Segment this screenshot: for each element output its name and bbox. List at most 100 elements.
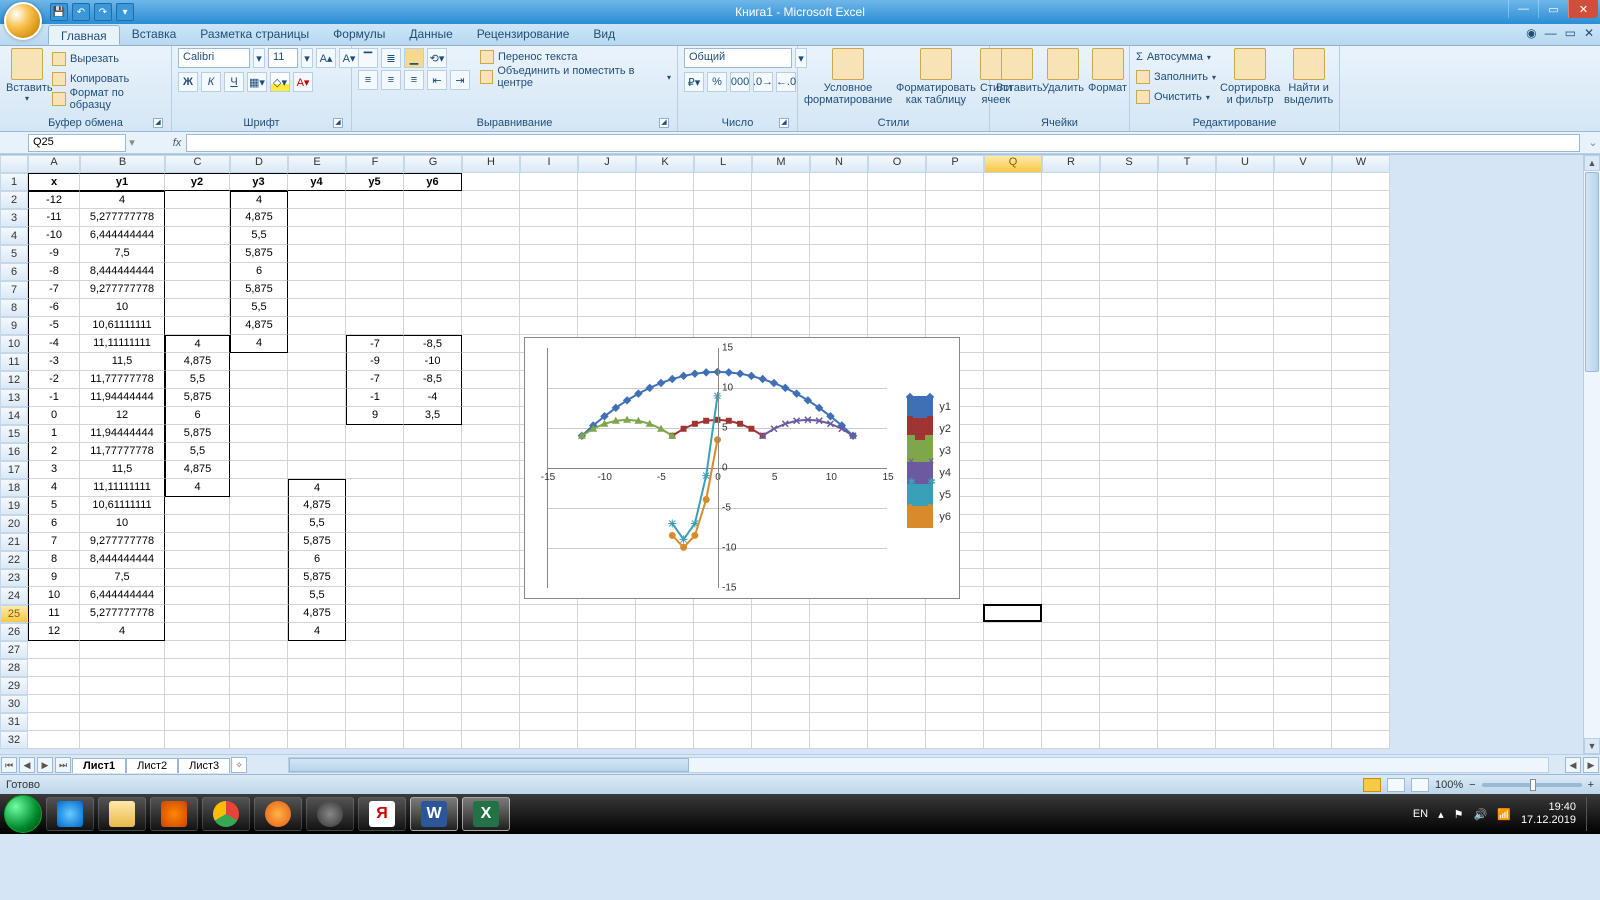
cell[interactable]: 9 <box>346 407 404 425</box>
tray-volume-icon[interactable]: 🔊 <box>1474 808 1488 821</box>
formula-expand-icon[interactable]: ⌄ <box>1586 136 1600 149</box>
cell[interactable] <box>1042 263 1100 281</box>
cell[interactable] <box>462 263 520 281</box>
number-format-combo[interactable]: Общий <box>684 48 792 68</box>
cell[interactable]: 4,875 <box>288 605 346 623</box>
start-button[interactable] <box>4 795 42 833</box>
cell[interactable] <box>346 497 404 515</box>
cell[interactable] <box>984 173 1042 191</box>
cell[interactable] <box>1332 173 1390 191</box>
cell[interactable] <box>1332 245 1390 263</box>
cell[interactable] <box>810 245 868 263</box>
cell[interactable] <box>694 227 752 245</box>
cell[interactable] <box>165 713 230 731</box>
cell[interactable] <box>868 209 926 227</box>
cell[interactable]: 10 <box>80 515 165 533</box>
cell[interactable] <box>288 677 346 695</box>
cell[interactable] <box>752 281 810 299</box>
cell[interactable] <box>346 677 404 695</box>
cell[interactable] <box>1216 173 1274 191</box>
align-dialog-launcher[interactable]: ◢ <box>659 118 669 128</box>
cell[interactable] <box>165 677 230 695</box>
cell[interactable] <box>926 695 984 713</box>
cell[interactable] <box>462 551 520 569</box>
cell[interactable] <box>404 641 462 659</box>
col-header[interactable]: Q <box>984 155 1042 173</box>
tray-show-hidden-icon[interactable]: ▴ <box>1438 808 1444 821</box>
cell[interactable] <box>404 317 462 335</box>
row-header[interactable]: 25 <box>0 605 28 623</box>
cell[interactable] <box>694 641 752 659</box>
cell[interactable] <box>1158 281 1216 299</box>
taskbar-excel[interactable]: X <box>462 797 510 831</box>
cell[interactable] <box>694 263 752 281</box>
cell[interactable] <box>165 605 230 623</box>
cell[interactable] <box>1216 551 1274 569</box>
cell[interactable] <box>1332 515 1390 533</box>
cell[interactable] <box>1100 173 1158 191</box>
cell[interactable] <box>288 335 346 353</box>
cell[interactable]: 4 <box>230 191 288 209</box>
paste-button[interactable]: Вставить▾ <box>6 48 48 103</box>
cell[interactable] <box>288 731 346 749</box>
copy-button[interactable]: Копировать <box>52 70 165 88</box>
cell[interactable] <box>1042 713 1100 731</box>
cell[interactable] <box>1332 209 1390 227</box>
cell[interactable] <box>288 299 346 317</box>
cell[interactable] <box>1100 587 1158 605</box>
cell[interactable] <box>28 659 80 677</box>
orientation-icon[interactable]: ⟲▾ <box>427 48 447 68</box>
cell[interactable] <box>1100 389 1158 407</box>
cell[interactable] <box>1216 569 1274 587</box>
col-header[interactable]: B <box>80 155 165 173</box>
cell[interactable] <box>636 227 694 245</box>
cell[interactable]: 8,444444444 <box>80 551 165 569</box>
cell[interactable] <box>926 623 984 641</box>
cell[interactable] <box>694 317 752 335</box>
cell[interactable] <box>462 407 520 425</box>
tab-data[interactable]: Данные <box>397 24 464 45</box>
cell[interactable] <box>868 605 926 623</box>
cell[interactable] <box>1274 623 1332 641</box>
cell[interactable]: 11,11111111 <box>80 335 165 353</box>
cell[interactable] <box>984 335 1042 353</box>
row-header[interactable]: 28 <box>0 659 28 677</box>
hscroll-right[interactable]: ▶ <box>1583 757 1599 773</box>
cell[interactable] <box>1042 605 1100 623</box>
cell[interactable]: 11,5 <box>80 461 165 479</box>
cell[interactable] <box>1042 443 1100 461</box>
cell[interactable] <box>1100 317 1158 335</box>
cell[interactable]: 4 <box>165 479 230 497</box>
taskbar-ie[interactable] <box>46 797 94 831</box>
view-page-layout-icon[interactable] <box>1387 778 1405 792</box>
col-header[interactable]: F <box>346 155 404 173</box>
cell[interactable]: -6 <box>28 299 80 317</box>
cell[interactable] <box>1158 263 1216 281</box>
cell[interactable] <box>984 425 1042 443</box>
cell[interactable] <box>984 389 1042 407</box>
cell[interactable] <box>1274 479 1332 497</box>
cell[interactable] <box>1274 659 1332 677</box>
cell[interactable] <box>404 479 462 497</box>
row-header[interactable]: 26 <box>0 623 28 641</box>
cell[interactable]: 3 <box>28 461 80 479</box>
row-header[interactable]: 31 <box>0 713 28 731</box>
cell[interactable] <box>165 659 230 677</box>
cell[interactable] <box>1158 587 1216 605</box>
cell[interactable] <box>346 227 404 245</box>
cell[interactable] <box>230 695 288 713</box>
cell[interactable] <box>1216 641 1274 659</box>
cell[interactable]: 5,875 <box>288 569 346 587</box>
cell[interactable] <box>578 209 636 227</box>
zoom-in-icon[interactable]: + <box>1588 779 1594 791</box>
cell[interactable]: 4,875 <box>230 209 288 227</box>
cell[interactable]: 7 <box>28 533 80 551</box>
cell[interactable] <box>1216 587 1274 605</box>
cell[interactable]: 2 <box>28 443 80 461</box>
cell[interactable] <box>752 641 810 659</box>
cell[interactable] <box>578 623 636 641</box>
cell[interactable] <box>462 623 520 641</box>
cell[interactable] <box>346 731 404 749</box>
cell[interactable]: -7 <box>346 335 404 353</box>
tab-page-layout[interactable]: Разметка страницы <box>188 24 321 45</box>
